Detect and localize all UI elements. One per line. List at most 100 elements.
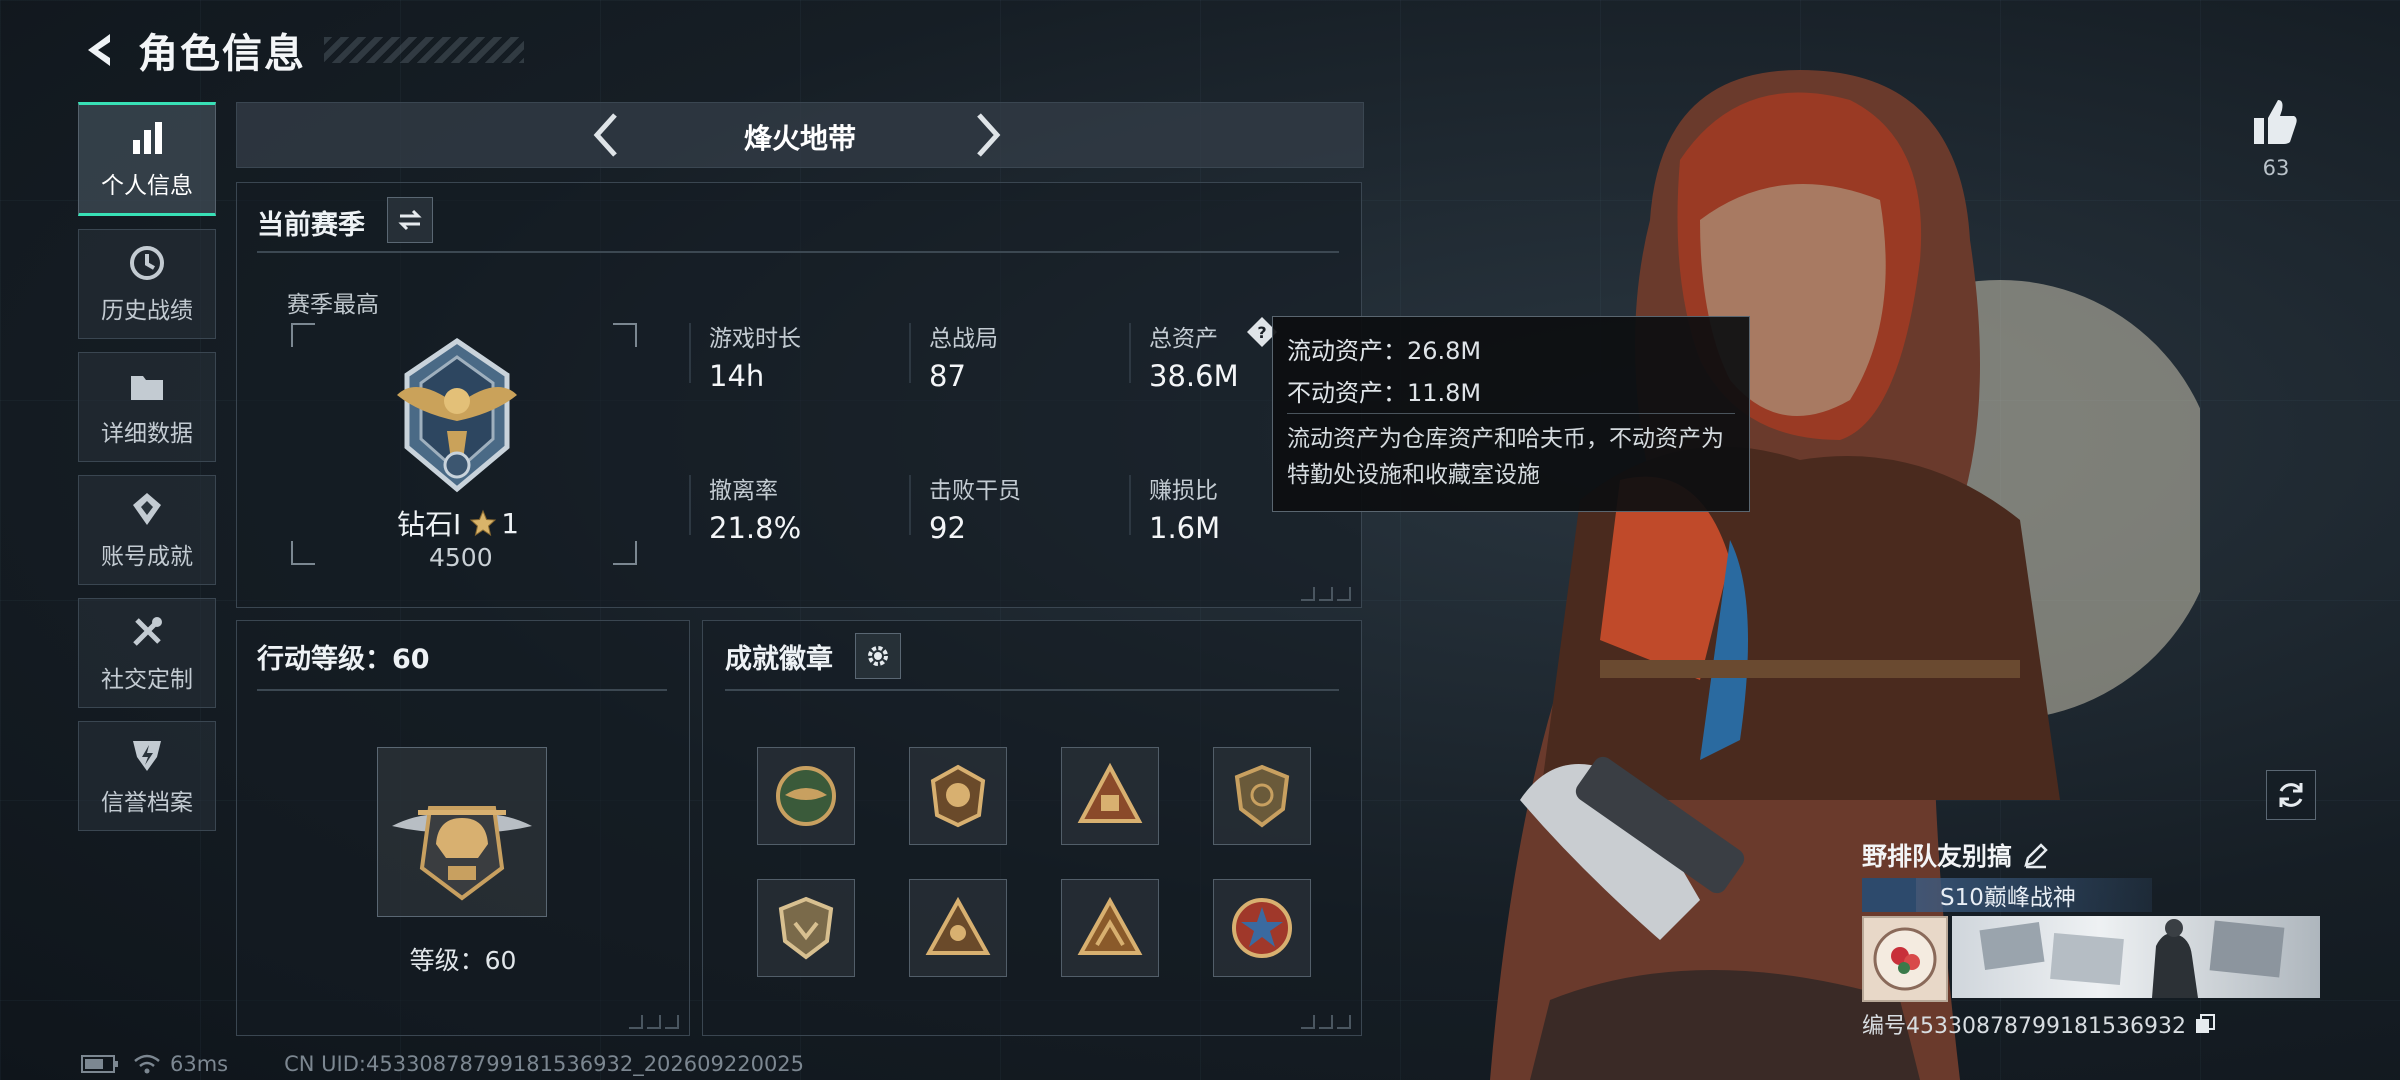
status-footer: 63ms CN UID:45330878799181536932_2026092… (80, 1052, 804, 1076)
sidebar-item-achievements[interactable]: 账号成就 (78, 475, 216, 585)
sidebar-item-label: 历史战绩 (101, 298, 193, 324)
tooltip-divider (1287, 413, 1735, 414)
player-name-row: 野排队友别搞 (1862, 836, 2322, 874)
sidebar-item-label: 信誉档案 (101, 790, 193, 816)
sidebar-item-details[interactable]: 详细数据 (78, 352, 216, 462)
sidebar-item-label: 详细数据 (101, 421, 193, 447)
squad-triangle-badge-icon (925, 896, 991, 955)
refresh-button[interactable] (2266, 770, 2316, 820)
player-id-row: 编号45330878799181536932 (1862, 1008, 2322, 1040)
achievement-badges-panel: 成就徽章 (702, 620, 1362, 1036)
player-card: 野排队友别搞 S10巅峰战神 编号45330878799181536932 (1862, 836, 2322, 1040)
avatar[interactable] (1862, 916, 1948, 1002)
level-emblem-frame (377, 747, 547, 917)
stat-separator (1129, 475, 1131, 535)
badge-slot[interactable] (757, 747, 855, 845)
history-clock-icon (130, 246, 164, 280)
stat-label-assets: 总资产 (1149, 326, 1218, 352)
badge-slot[interactable] (909, 747, 1007, 845)
badge-slot[interactable] (1061, 747, 1159, 845)
stat-separator (909, 323, 911, 383)
badges-title: 成就徽章 (725, 644, 833, 675)
stat-label-extract-rate: 撤离率 (709, 478, 778, 504)
rank-stars: 1 (501, 506, 520, 540)
wing-shield-badge-icon (778, 896, 834, 960)
star-icon (470, 509, 497, 537)
mode-name: 烽火地带 (743, 122, 856, 155)
badge-settings-button[interactable] (855, 633, 901, 679)
bar-chart-icon (133, 122, 162, 154)
tools-icon (133, 617, 162, 646)
sidebar-item-label: 账号成就 (101, 544, 193, 570)
divider (257, 689, 667, 691)
title-decoration (324, 37, 524, 63)
card-images (1862, 916, 2322, 1002)
assets-tooltip: 流动资产：26.8M 不动资产：11.8M 流动资产为仓库资产和哈夫币，不动资产… (1272, 316, 1750, 512)
wifi-icon (134, 1054, 160, 1074)
sidebar-item-label: 社交定制 (101, 667, 193, 693)
badge-slot[interactable] (1213, 879, 1311, 977)
header: 角色信息 (78, 22, 524, 78)
eagle-badge-icon (776, 766, 836, 826)
banner-art (1979, 919, 2285, 998)
edit-pencil-icon[interactable] (2022, 841, 2050, 869)
achievement-icon (133, 493, 161, 525)
stat-value-playtime: 14h (709, 359, 765, 393)
svg-text:?: ? (1257, 323, 1266, 342)
sidebar-item-label: 个人信息 (101, 173, 193, 199)
player-title: S10巅峰战神 (1940, 885, 2076, 911)
tooltip-liquid-assets: 流动资产：26.8M (1287, 337, 1482, 365)
like-widget[interactable]: 63 (2250, 96, 2302, 196)
switch-season-button[interactable] (387, 197, 433, 243)
gear-icon (868, 646, 888, 666)
rank-score: 4500 (429, 543, 493, 572)
chevron-right-icon[interactable] (967, 111, 1007, 159)
crest-badge-icon (930, 764, 986, 828)
ping-text: 63ms (170, 1052, 229, 1076)
tooltip-description: 流动资产为仓库资产和哈夫币，不动资产为特勤处设施和收藏室设施 (1287, 426, 1724, 488)
divider (257, 251, 1339, 253)
swap-icon (398, 209, 422, 231)
sidebar-item-social[interactable]: 社交定制 (78, 598, 216, 708)
stat-value-matches: 87 (929, 359, 966, 393)
uid-text: CN UID:45330878799181536932_202609220025 (284, 1052, 805, 1076)
sidebar-item-personal-info[interactable]: 个人信息 (78, 102, 216, 216)
panel-decoration (1301, 1015, 1351, 1029)
like-count: 63 (2262, 156, 2290, 180)
copy-icon[interactable] (2194, 1013, 2216, 1035)
page-title: 角色信息 (138, 31, 306, 77)
frame-corner (291, 541, 315, 565)
battery-icon (81, 1055, 118, 1073)
stat-value-assets: 38.6M (1149, 359, 1239, 393)
season-panel: 当前赛季 赛季最高 钻石I 1 4500 游戏时长 14h 总战局 87 总资产… (236, 182, 1362, 608)
season-best-label: 赛季最高 (287, 292, 379, 318)
title-emblem-icon (1862, 878, 1916, 912)
badge-slot[interactable] (757, 879, 855, 977)
level-text: 等级：60 (409, 946, 517, 975)
sidebar-item-credit[interactable]: 信誉档案 (78, 721, 216, 831)
stat-separator (1129, 323, 1131, 383)
action-level-panel: 行动等级：60 等级：60 (236, 620, 690, 1036)
badge-slot[interactable] (1061, 879, 1159, 977)
frame-corner (613, 323, 637, 347)
shield-badge-icon (1234, 764, 1290, 828)
panel-decoration (1301, 587, 1351, 601)
refresh-icon (2279, 783, 2303, 807)
stat-separator (909, 475, 911, 535)
badge-slot[interactable] (909, 879, 1007, 977)
credit-shield-icon (133, 741, 161, 771)
stat-label-profit-ratio: 赚损比 (1149, 478, 1218, 504)
sidebar-item-history[interactable]: 历史战绩 (78, 229, 216, 339)
thumbs-up-icon (2254, 100, 2297, 144)
flower-avatar-icon (1873, 927, 1937, 991)
stat-value-kills: 92 (929, 511, 966, 545)
frame-corner (613, 541, 637, 565)
player-banner-image (1952, 916, 2320, 998)
stat-label-playtime: 游戏时长 (709, 326, 801, 352)
divider (725, 689, 1339, 691)
team-triangle-badge-icon (1077, 896, 1143, 955)
back-arrow-icon[interactable] (78, 28, 122, 72)
badge-slot[interactable] (1213, 747, 1311, 845)
player-name: 野排队友别搞 (1862, 842, 2013, 871)
player-id: 编号45330878799181536932 (1862, 1014, 2186, 1039)
